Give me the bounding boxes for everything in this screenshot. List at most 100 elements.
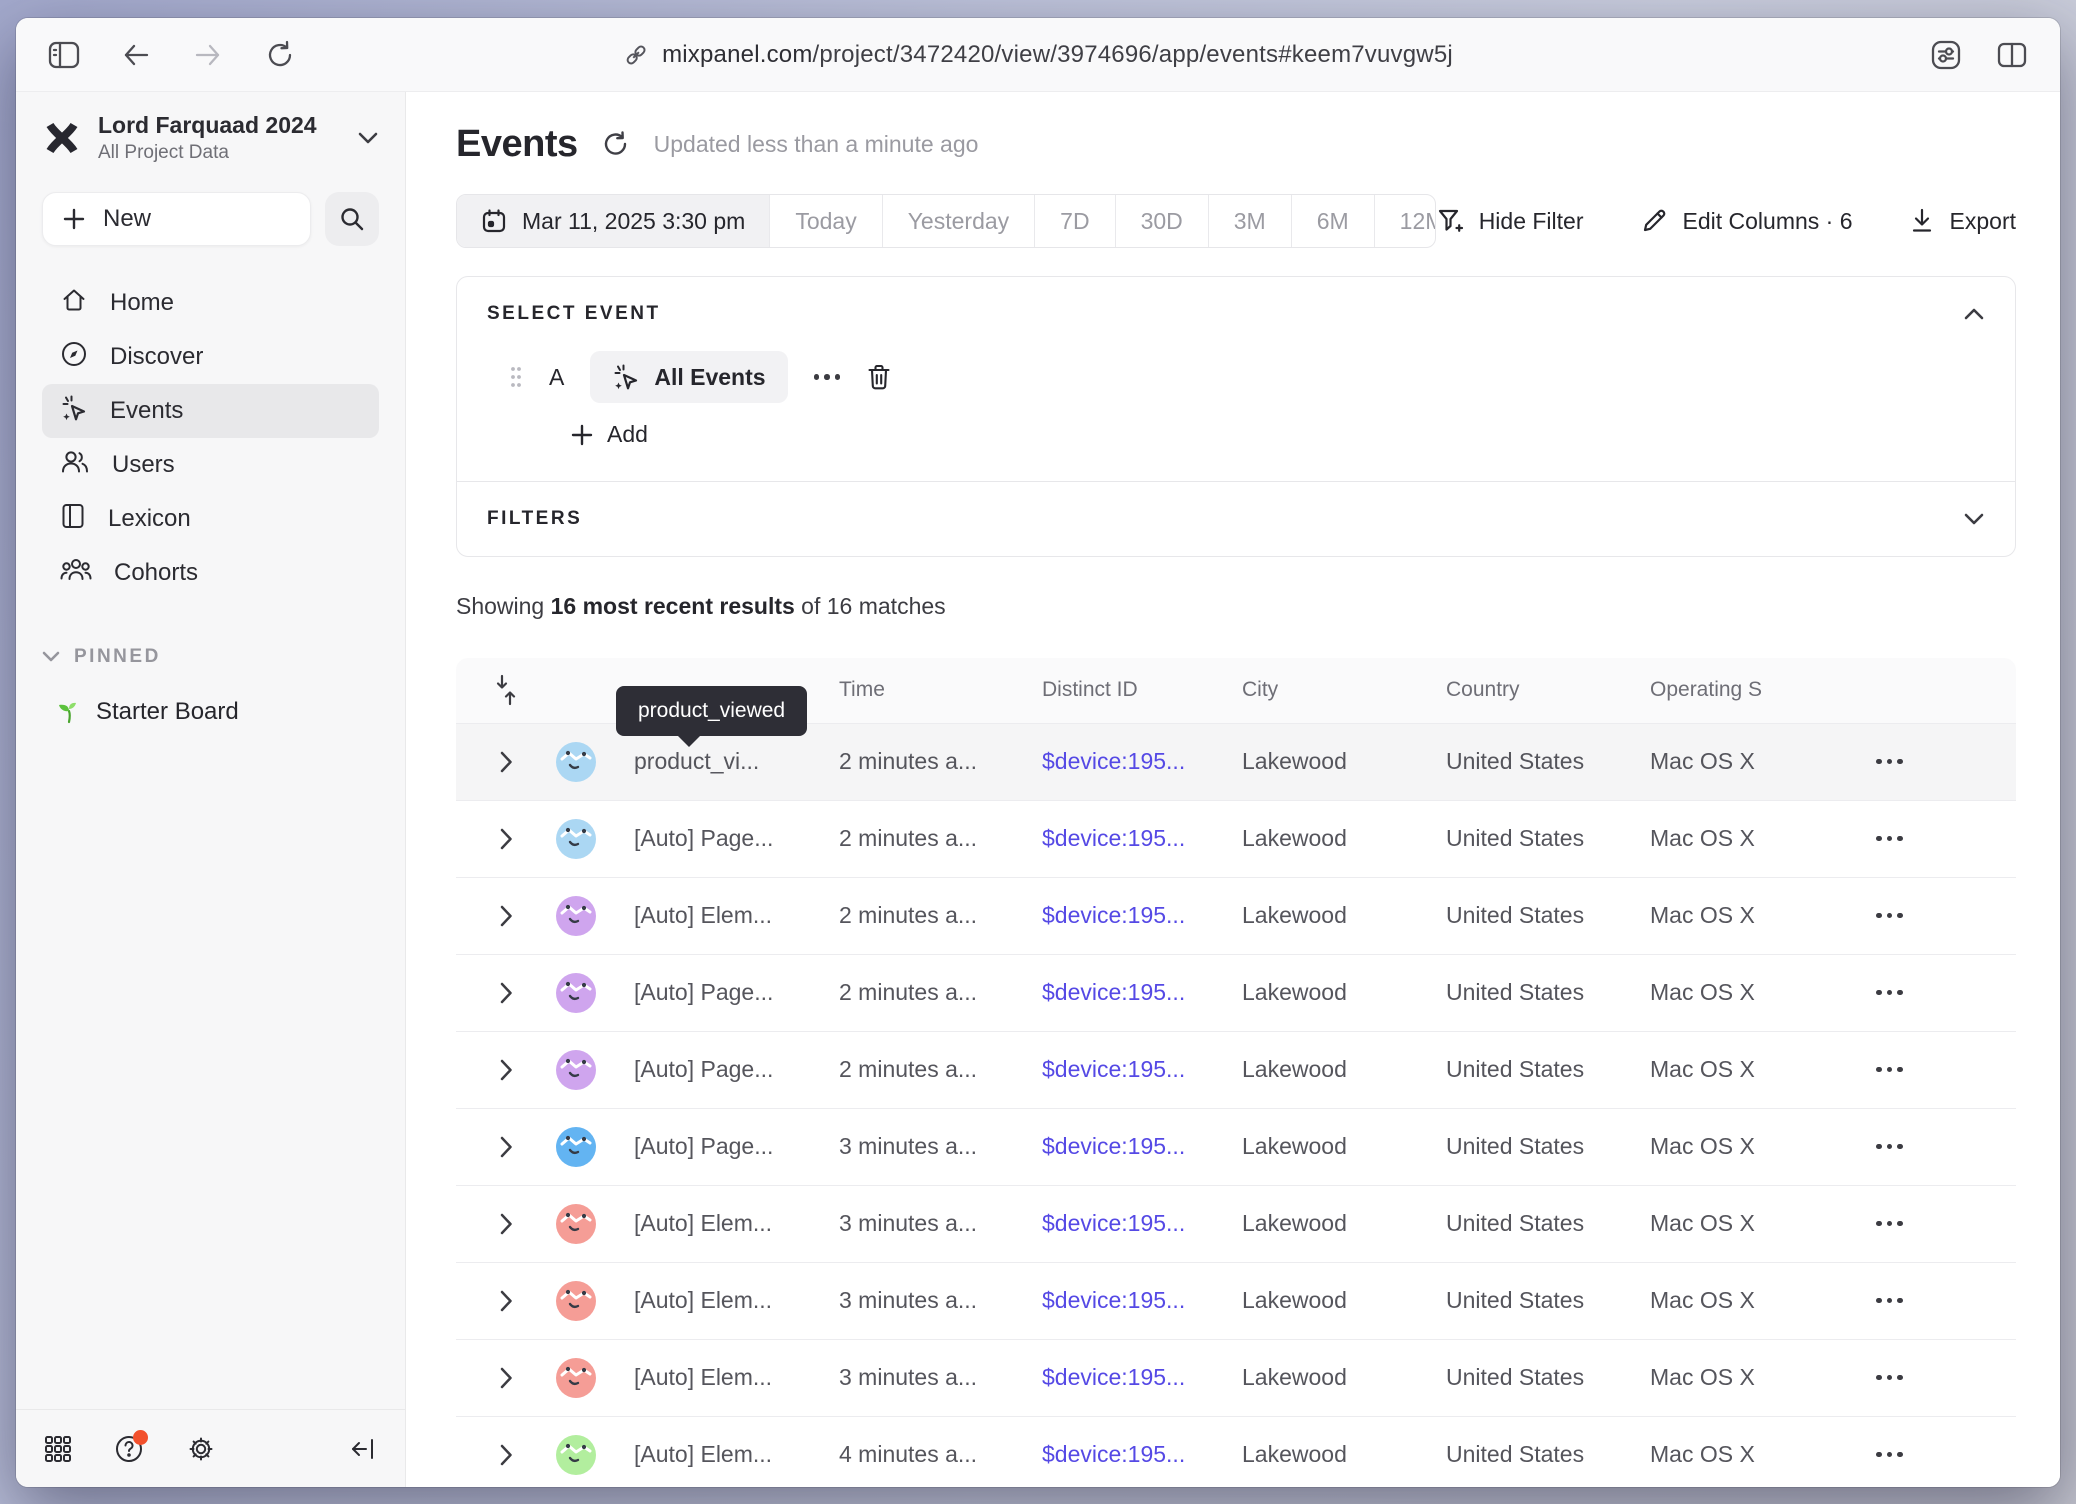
- event-options-menu[interactable]: [814, 374, 841, 380]
- cell-time: 3 minutes a...: [839, 1210, 1042, 1237]
- cell-distinct-id[interactable]: $device:195...: [1042, 1210, 1242, 1237]
- sidebar-toggle-icon[interactable]: [44, 35, 84, 75]
- sidebar-item-starter-board[interactable]: Starter Board: [42, 698, 379, 726]
- chevron-right-icon[interactable]: [500, 828, 513, 850]
- row-actions[interactable]: [1874, 1375, 2016, 1381]
- cell-country: United States: [1446, 902, 1650, 929]
- table-row[interactable]: [Auto] Elem... 2 minutes a... $device:19…: [456, 878, 2016, 955]
- split-view-icon[interactable]: [1992, 35, 2032, 75]
- row-actions[interactable]: [1874, 1067, 2016, 1073]
- sidebar-item-discover[interactable]: Discover: [42, 330, 379, 384]
- chevron-right-icon[interactable]: [500, 982, 513, 1004]
- row-actions[interactable]: [1874, 1221, 2016, 1227]
- cell-country: United States: [1446, 748, 1650, 775]
- chevron-right-icon[interactable]: [500, 1213, 513, 1235]
- chevron-right-icon[interactable]: [500, 1136, 513, 1158]
- settings-gear-icon[interactable]: [186, 1434, 216, 1464]
- range-yesterday[interactable]: Yesterday: [882, 195, 1034, 247]
- chevron-right-icon[interactable]: [500, 905, 513, 927]
- search-icon: [339, 206, 365, 232]
- chevron-right-icon[interactable]: [500, 751, 513, 773]
- refresh-icon[interactable]: [602, 130, 630, 158]
- drag-handle-icon[interactable]: [509, 364, 523, 390]
- cell-event-name: [Auto] Elem...: [634, 1287, 839, 1314]
- row-actions[interactable]: [1874, 913, 2016, 919]
- row-actions[interactable]: [1874, 836, 2016, 842]
- range-12m[interactable]: 12M: [1374, 195, 1436, 247]
- cell-country: United States: [1446, 1056, 1650, 1083]
- range-today[interactable]: Today: [769, 195, 881, 247]
- pinned-section-header[interactable]: PINNED: [42, 646, 379, 668]
- project-switcher[interactable]: Lord Farquaad 2024 All Project Data: [16, 112, 405, 164]
- cell-distinct-id[interactable]: $device:195...: [1042, 748, 1242, 775]
- sort-icon[interactable]: [456, 674, 556, 706]
- chevron-right-icon[interactable]: [500, 1367, 513, 1389]
- table-row[interactable]: [Auto] Elem... 3 minutes a... $device:19…: [456, 1340, 2016, 1417]
- table-row[interactable]: [Auto] Elem... 4 minutes a... $device:19…: [456, 1417, 2016, 1488]
- cell-time: 3 minutes a...: [839, 1364, 1042, 1391]
- back-button-icon[interactable]: [116, 35, 156, 75]
- collapse-sidebar-icon[interactable]: [349, 1435, 377, 1463]
- column-header-operating-s[interactable]: Operating S: [1650, 678, 1874, 702]
- search-button[interactable]: [325, 192, 379, 246]
- help-icon[interactable]: [114, 1434, 144, 1464]
- pencil-icon: [1640, 207, 1668, 235]
- cell-distinct-id[interactable]: $device:195...: [1042, 1441, 1242, 1468]
- table-row[interactable]: [Auto] Page... 2 minutes a... $device:19…: [456, 955, 2016, 1032]
- row-actions[interactable]: [1874, 1298, 2016, 1304]
- sidebar-item-lexicon[interactable]: Lexicon: [42, 492, 379, 546]
- column-header-city[interactable]: City: [1242, 678, 1446, 702]
- range-6m[interactable]: 6M: [1291, 195, 1374, 247]
- column-header-country[interactable]: Country: [1446, 678, 1650, 702]
- row-actions[interactable]: [1874, 1452, 2016, 1458]
- table-row[interactable]: [Auto] Page... 2 minutes a... $device:19…: [456, 1032, 2016, 1109]
- export-button[interactable]: Export: [1909, 207, 2016, 235]
- cell-distinct-id[interactable]: $device:195...: [1042, 1056, 1242, 1083]
- row-actions[interactable]: [1874, 759, 2016, 765]
- range-3m[interactable]: 3M: [1208, 195, 1291, 247]
- apps-grid-icon[interactable]: [44, 1435, 72, 1463]
- range-30d[interactable]: 30D: [1115, 195, 1208, 247]
- sidebar-item-home[interactable]: Home: [42, 276, 379, 330]
- chevron-right-icon[interactable]: [500, 1444, 513, 1466]
- address-bar[interactable]: mixpanel.com/project/3472420/view/397469…: [623, 41, 1453, 69]
- cell-distinct-id[interactable]: $device:195...: [1042, 1364, 1242, 1391]
- cell-distinct-id[interactable]: $device:195...: [1042, 825, 1242, 852]
- project-name: Lord Farquaad 2024: [98, 112, 317, 139]
- add-event-button[interactable]: Add: [571, 421, 648, 448]
- chevron-right-icon[interactable]: [500, 1290, 513, 1312]
- table-row[interactable]: [Auto] Page... 2 minutes a... $device:19…: [456, 801, 2016, 878]
- row-actions[interactable]: [1874, 1144, 2016, 1150]
- cell-distinct-id[interactable]: $device:195...: [1042, 1133, 1242, 1160]
- download-icon: [1909, 207, 1935, 235]
- sidebar-item-events[interactable]: Events: [42, 384, 379, 438]
- date-picker[interactable]: Mar 11, 2025 3:30 pm: [457, 195, 769, 247]
- column-header-distinct-id[interactable]: Distinct ID: [1042, 678, 1242, 702]
- edit-columns-button[interactable]: Edit Columns · 6: [1640, 207, 1853, 235]
- forward-button-icon[interactable]: [188, 35, 228, 75]
- column-header-time[interactable]: Time: [839, 678, 1042, 702]
- cell-distinct-id[interactable]: $device:195...: [1042, 979, 1242, 1006]
- reload-button-icon[interactable]: [260, 35, 300, 75]
- sidebar-item-cohorts[interactable]: Cohorts: [42, 546, 379, 600]
- sidebar-item-users[interactable]: Users: [42, 438, 379, 492]
- table-row[interactable]: [Auto] Page... 3 minutes a... $device:19…: [456, 1109, 2016, 1186]
- row-expander: [456, 905, 556, 927]
- row-actions[interactable]: [1874, 990, 2016, 996]
- cell-distinct-id[interactable]: $device:195...: [1042, 1287, 1242, 1314]
- page-settings-icon[interactable]: [1926, 35, 1966, 75]
- event-selector[interactable]: All Events: [590, 351, 787, 403]
- chevron-up-icon[interactable]: [1963, 307, 1985, 321]
- cell-city: Lakewood: [1242, 979, 1446, 1006]
- chevron-down-icon[interactable]: [1963, 512, 1985, 526]
- table-row[interactable]: [Auto] Elem... 3 minutes a... $device:19…: [456, 1263, 2016, 1340]
- chevron-down-icon: [42, 651, 60, 663]
- cell-distinct-id[interactable]: $device:195...: [1042, 902, 1242, 929]
- chevron-right-icon[interactable]: [500, 1059, 513, 1081]
- hide-filter-button[interactable]: Hide Filter: [1436, 207, 1584, 235]
- event-avatar: [556, 1204, 634, 1244]
- range-7d[interactable]: 7D: [1034, 195, 1114, 247]
- delete-event-icon[interactable]: [866, 363, 892, 391]
- table-row[interactable]: [Auto] Elem... 3 minutes a... $device:19…: [456, 1186, 2016, 1263]
- new-button[interactable]: New: [42, 192, 311, 246]
